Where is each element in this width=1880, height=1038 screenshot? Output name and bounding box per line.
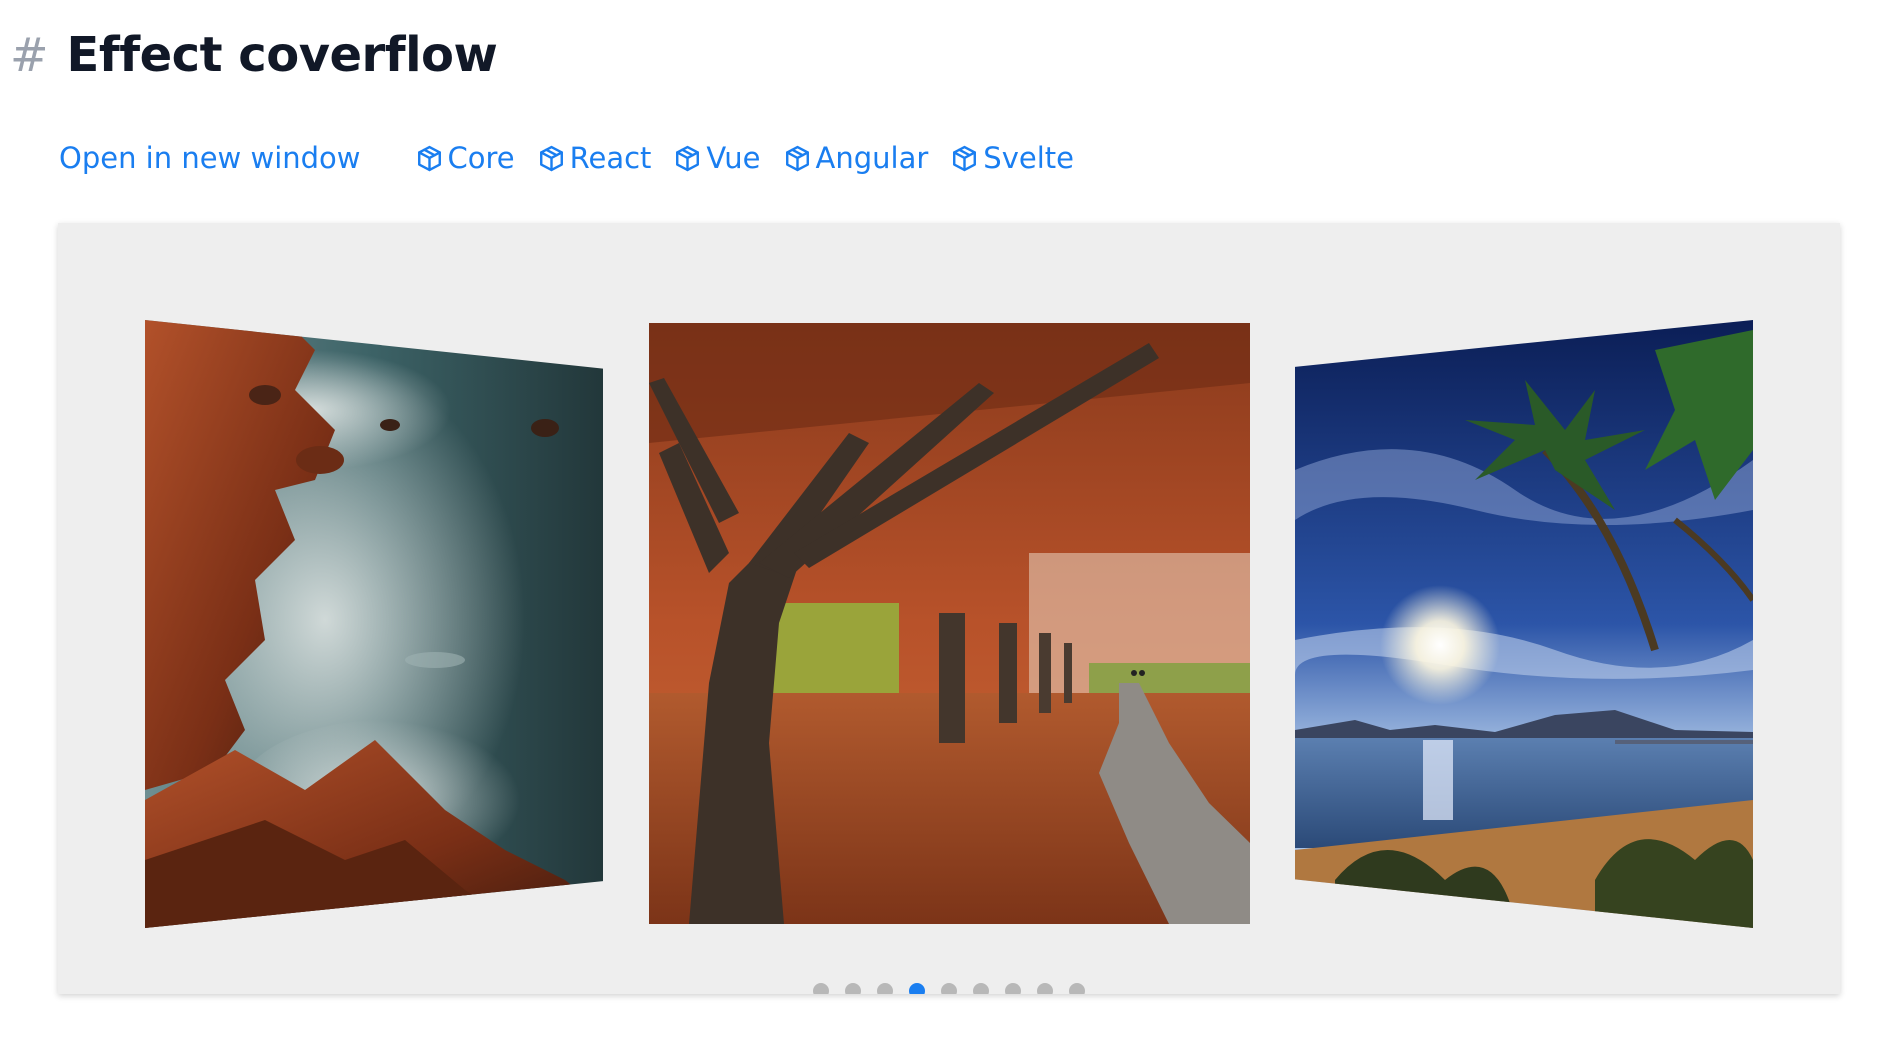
cube-icon <box>539 145 563 171</box>
angular-link-label: Angular <box>815 140 929 175</box>
heading-anchor-link[interactable]: # <box>10 32 49 78</box>
cube-icon <box>417 145 441 171</box>
pagination-bullet[interactable] <box>845 983 861 994</box>
slide-autumn-trees[interactable] <box>649 323 1250 924</box>
cube-icon <box>676 145 700 171</box>
react-link-label: React <box>569 140 652 175</box>
pagination-bullet[interactable] <box>941 983 957 994</box>
slide-coastal-rocks[interactable] <box>145 320 603 928</box>
pagination-bullet[interactable] <box>813 983 829 994</box>
page: # Effect coverflow Open in new window Co… <box>0 0 1880 1038</box>
slide-tropical-beach[interactable] <box>1295 320 1753 928</box>
page-heading: # Effect coverflow <box>10 22 498 88</box>
core-link[interactable]: Core <box>415 140 515 175</box>
angular-link[interactable]: Angular <box>783 140 929 175</box>
react-link[interactable]: React <box>537 140 652 175</box>
svelte-link[interactable]: Svelte <box>950 140 1074 175</box>
pagination-bullet[interactable] <box>909 983 925 994</box>
pagination-bullet[interactable] <box>877 983 893 994</box>
pagination-bullet[interactable] <box>1005 983 1021 994</box>
core-link-label: Core <box>447 140 515 175</box>
page-title: Effect coverflow <box>66 27 498 83</box>
tropical-beach-image <box>1295 320 1753 928</box>
pagination-bullets <box>813 983 1101 994</box>
cube-icon <box>785 145 809 171</box>
pagination-bullet[interactable] <box>1037 983 1053 994</box>
cube-icon <box>953 145 977 171</box>
vue-link-label: Vue <box>706 140 761 175</box>
coverflow-demo[interactable] <box>58 223 1840 994</box>
vue-link[interactable]: Vue <box>673 140 761 175</box>
demo-links: Open in new window Core React Vue Angula… <box>59 138 1096 178</box>
open-in-new-window-link[interactable]: Open in new window <box>59 143 361 173</box>
svelte-link-label: Svelte <box>983 140 1074 175</box>
pagination-bullet[interactable] <box>1069 983 1085 994</box>
autumn-trees-image <box>649 323 1250 924</box>
coastal-rocks-image <box>145 320 603 928</box>
pagination-bullet[interactable] <box>973 983 989 994</box>
